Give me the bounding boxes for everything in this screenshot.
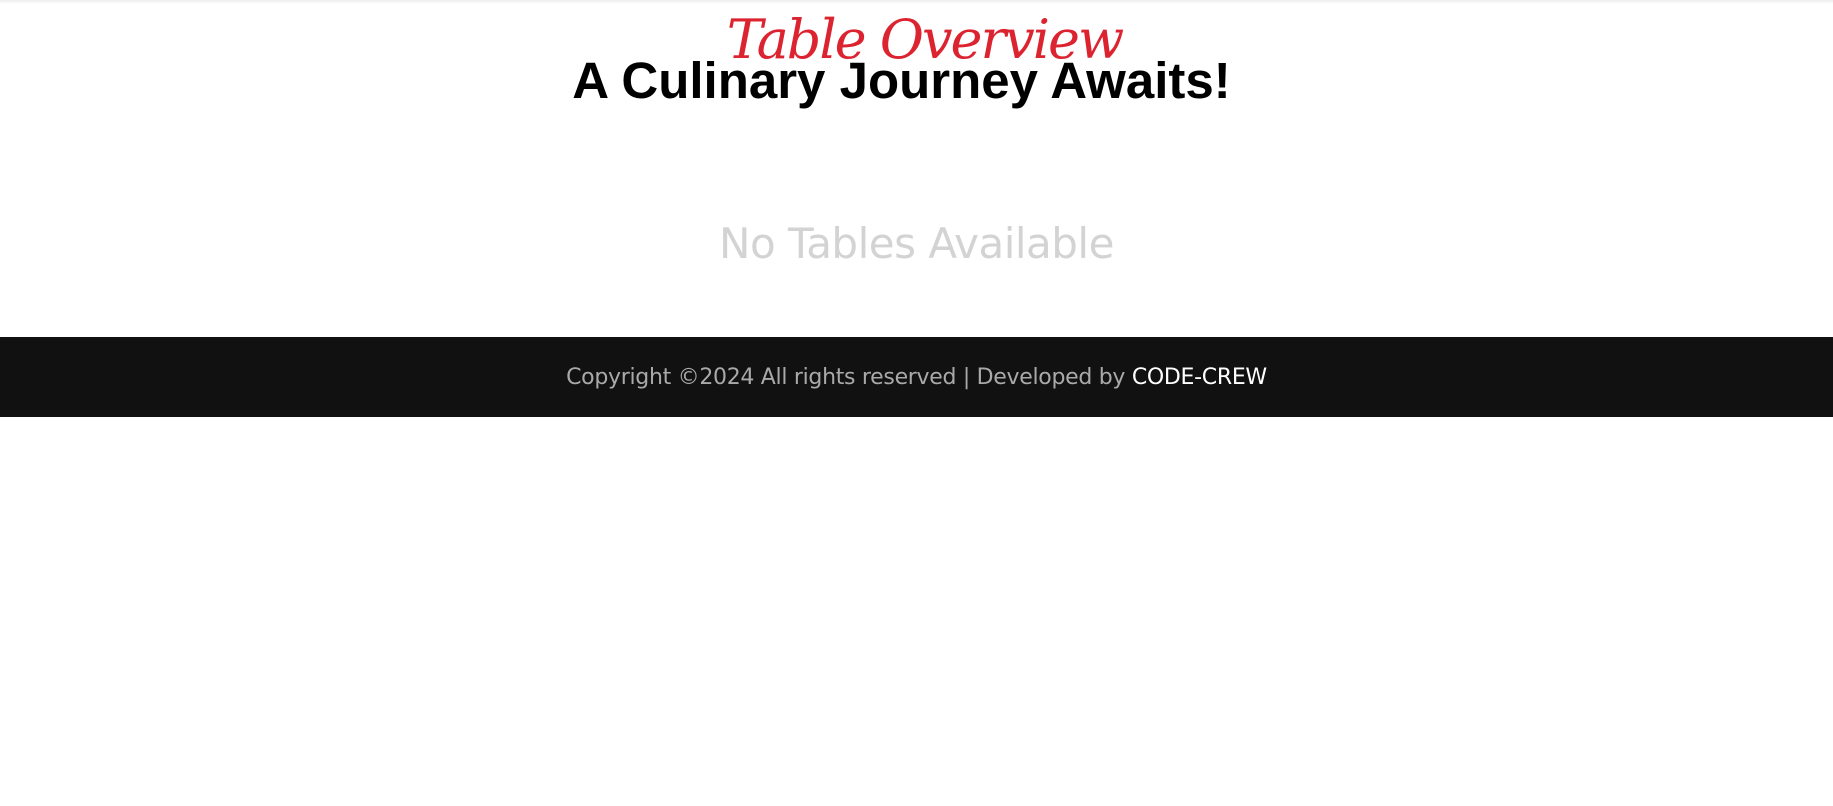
empty-state-message: No Tables Available xyxy=(719,219,1114,268)
page-header: Table Overview A Culinary Journey Awaits… xyxy=(0,0,1833,120)
footer-text: Copyright ©2024 All rights reserved | De… xyxy=(566,365,1267,390)
developer-link[interactable]: CODE-CREW xyxy=(1132,365,1267,390)
page-title: A Culinary Journey Awaits! xyxy=(572,52,1231,109)
page-footer: Copyright ©2024 All rights reserved | De… xyxy=(0,337,1833,417)
copyright-text: Copyright ©2024 All rights reserved | De… xyxy=(566,364,1132,390)
